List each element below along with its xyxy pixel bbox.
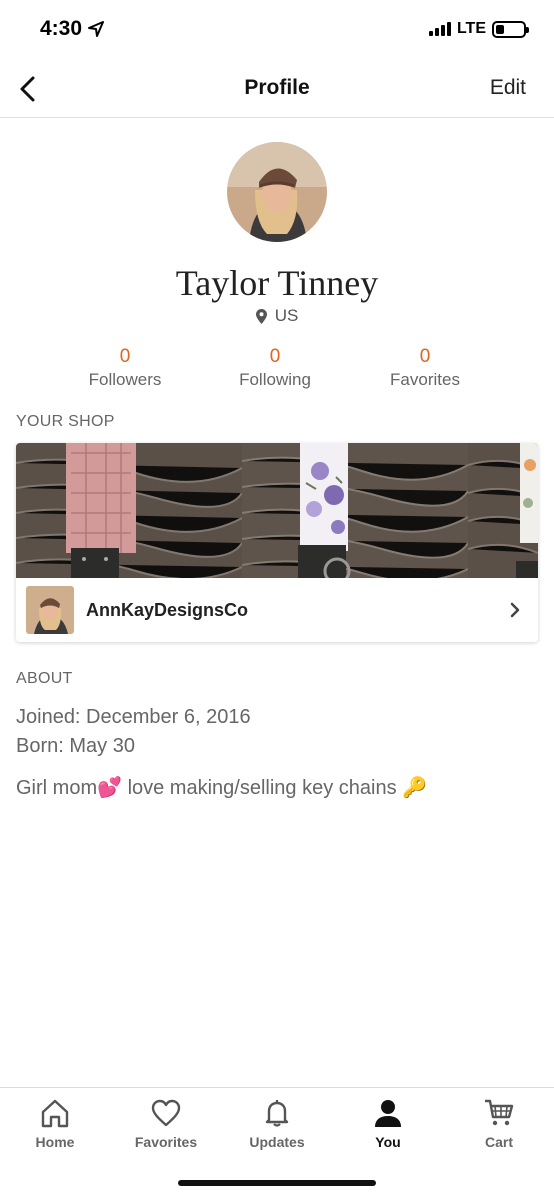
shop-listing-image	[242, 443, 468, 578]
avatar-photo	[227, 142, 327, 242]
map-pin-icon	[255, 308, 267, 324]
tab-updates-label: Updates	[249, 1134, 305, 1150]
bio-text: Girl mom💕 love making/selling key chains…	[16, 777, 428, 799]
about-section-label: ABOUT	[16, 670, 73, 687]
battery-icon	[492, 20, 529, 38]
tab-updates[interactable]: Updates	[222, 1098, 332, 1150]
status-time: 4:30	[40, 17, 105, 41]
following-count: 0	[269, 346, 281, 367]
page-title: Profile	[244, 76, 310, 99]
avatar[interactable]	[227, 142, 327, 242]
shop-icon	[26, 586, 74, 634]
shop-card[interactable]: AnnKayDesignsCo	[16, 443, 538, 642]
followers-label: Followers	[88, 370, 162, 389]
birthday: Born: May 30	[16, 735, 135, 757]
bell-icon	[265, 1100, 289, 1127]
network-type: LTE	[456, 20, 486, 37]
chevron-right-icon	[510, 602, 520, 618]
tab-home-label: Home	[35, 1134, 75, 1150]
followers-stat[interactable]: 0 Followers	[50, 346, 200, 390]
clock-text: 4:30	[40, 17, 83, 40]
tab-you[interactable]: You	[333, 1098, 443, 1150]
joined-date: Joined: December 6, 2016	[16, 706, 251, 728]
nav-header: Profile Edit	[0, 60, 554, 118]
favorites-count: 0	[419, 346, 431, 367]
favorites-stat[interactable]: 0 Favorites	[350, 346, 500, 390]
heart-icon	[151, 1099, 181, 1127]
status-indicators: LTE	[428, 20, 529, 38]
location: US	[0, 306, 554, 326]
shop-listing-image	[468, 443, 538, 578]
home-icon	[41, 1099, 69, 1128]
favorites-label: Favorites	[390, 370, 460, 389]
signal-icon	[428, 22, 451, 36]
shop-listing-image	[16, 443, 242, 578]
following-stat[interactable]: 0 Following	[200, 346, 350, 390]
tab-favorites[interactable]: Favorites	[111, 1098, 221, 1150]
profile-name: Taylor Tinney	[175, 263, 379, 303]
tab-you-label: You	[375, 1134, 401, 1150]
shop-name: AnnKayDesignsCo	[86, 600, 249, 620]
status-bar: 4:30 LTE	[0, 0, 554, 60]
person-icon	[375, 1100, 401, 1127]
shop-section-label: YOUR SHOP	[16, 413, 115, 430]
location-text: US	[274, 306, 299, 325]
following-label: Following	[239, 370, 311, 389]
shop-image-strip	[16, 443, 538, 578]
edit-button[interactable]: Edit	[490, 76, 526, 100]
location-arrow-icon	[88, 21, 105, 37]
tab-cart-label: Cart	[484, 1134, 513, 1150]
home-indicator	[178, 1180, 376, 1186]
shop-row: AnnKayDesignsCo	[16, 578, 538, 642]
tab-home[interactable]: Home	[0, 1098, 110, 1150]
cart-icon	[485, 1099, 514, 1126]
followers-count: 0	[119, 346, 131, 367]
tab-favorites-label: Favorites	[134, 1134, 198, 1150]
tab-cart[interactable]: Cart	[444, 1098, 554, 1150]
profile-stats: 0 Followers 0 Following 0 Favorites	[50, 346, 500, 390]
